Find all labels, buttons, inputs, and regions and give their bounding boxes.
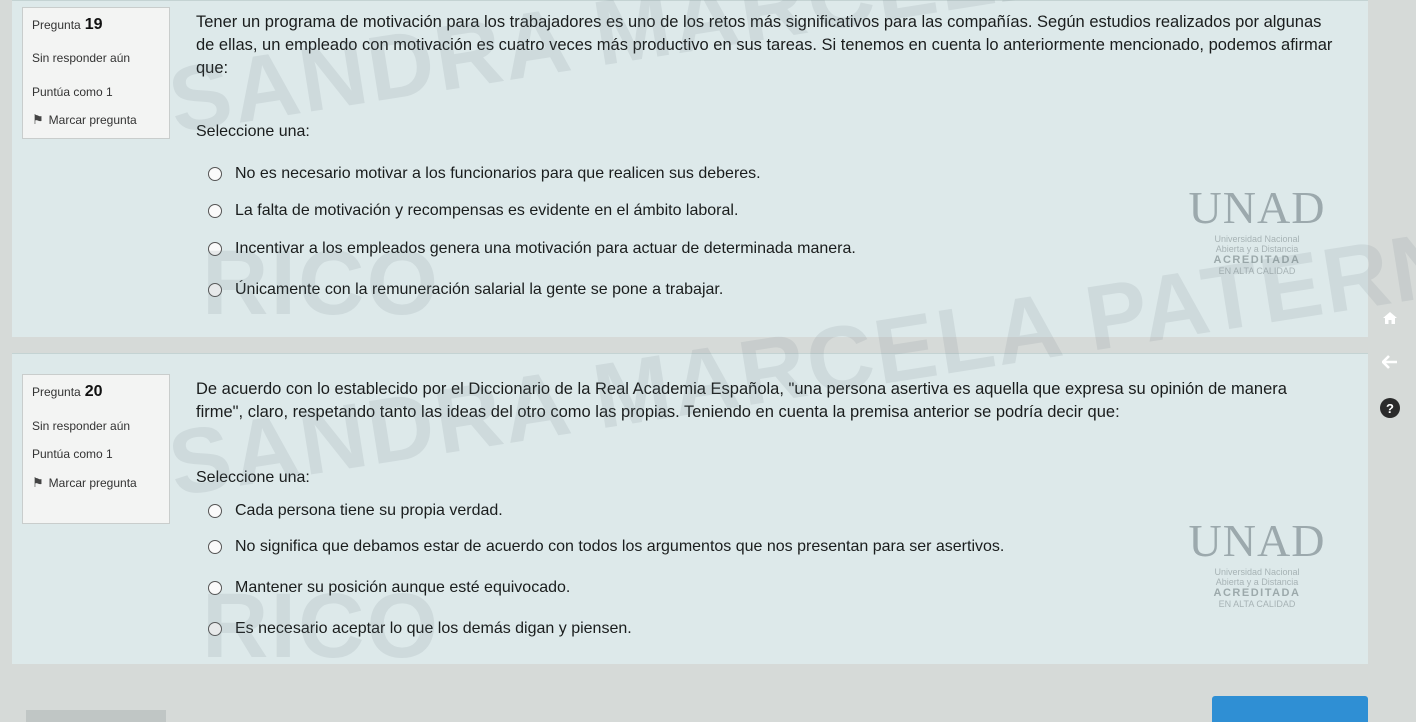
question-20-panel: Pregunta 20 Sin responder aún Puntúa como… xyxy=(12,185,1416,677)
answer-option[interactable]: No significa que debamos estar de acuerd… xyxy=(208,536,1004,558)
answer-option[interactable]: Incentivar a los empleados genera una mo… xyxy=(208,238,856,260)
next-page-button[interactable] xyxy=(1212,696,1368,722)
radio-button[interactable] xyxy=(208,622,222,636)
radio-button[interactable] xyxy=(208,204,222,218)
select-prompt: Seleccione una: xyxy=(196,469,310,486)
answer-option[interactable]: Cada persona tiene su propia verdad. xyxy=(208,500,503,522)
question-score: Puntúa como 1 xyxy=(32,85,113,99)
question-number: Pregunta 20 xyxy=(32,383,103,400)
answer-option[interactable]: Únicamente con la remuneración salarial … xyxy=(208,279,723,301)
unad-logo: UNAD Universidad Nacional Abierta y a Di… xyxy=(1188,182,1326,276)
question-text: De acuerdo con lo establecido por el Dic… xyxy=(196,380,1287,421)
footer-strip xyxy=(26,710,166,722)
flag-icon: ⚑ xyxy=(32,475,44,490)
question-status: Sin responder aún xyxy=(32,51,131,65)
question-status: Sin responder aún xyxy=(32,419,131,433)
help-icon[interactable]: ? xyxy=(1380,398,1400,418)
unad-logo: UNAD Universidad Nacional Abierta y a Di… xyxy=(1188,515,1326,609)
select-prompt: Seleccione una: xyxy=(196,123,310,140)
radio-button[interactable] xyxy=(208,504,222,518)
back-arrow-icon[interactable] xyxy=(1378,350,1402,374)
home-icon[interactable] xyxy=(1378,306,1402,330)
radio-button[interactable] xyxy=(208,242,222,256)
flag-icon: ⚑ xyxy=(32,112,44,127)
answer-option[interactable]: Es necesario aceptar lo que los demás di… xyxy=(208,618,632,640)
radio-button[interactable] xyxy=(208,167,222,181)
radio-button[interactable] xyxy=(208,540,222,554)
question-19-panel: Pregunta 19 Sin responder aún Puntúa como… xyxy=(12,0,1416,337)
radio-button[interactable] xyxy=(208,581,222,595)
answer-option[interactable]: Mantener su posición aunque esté equivoc… xyxy=(208,577,570,599)
flag-question-link[interactable]: ⚑ Marcar pregunta xyxy=(32,475,137,491)
question-score: Puntúa como 1 xyxy=(32,447,113,461)
question-info-box: Pregunta 20 Sin responder aún Puntúa como… xyxy=(22,374,170,524)
answer-option[interactable]: La falta de motivación y recompensas es … xyxy=(208,200,738,222)
answer-option[interactable]: No es necesario motivar a los funcionari… xyxy=(208,163,761,185)
radio-button[interactable] xyxy=(208,283,222,297)
flag-question-link[interactable]: ⚑ Marcar pregunta xyxy=(32,112,137,128)
question-info-box: Pregunta 19 Sin responder aún Puntúa como… xyxy=(22,7,170,139)
question-number: Pregunta 19 xyxy=(32,16,103,33)
question-text: Tener un programa de motivación para los… xyxy=(196,13,1333,77)
